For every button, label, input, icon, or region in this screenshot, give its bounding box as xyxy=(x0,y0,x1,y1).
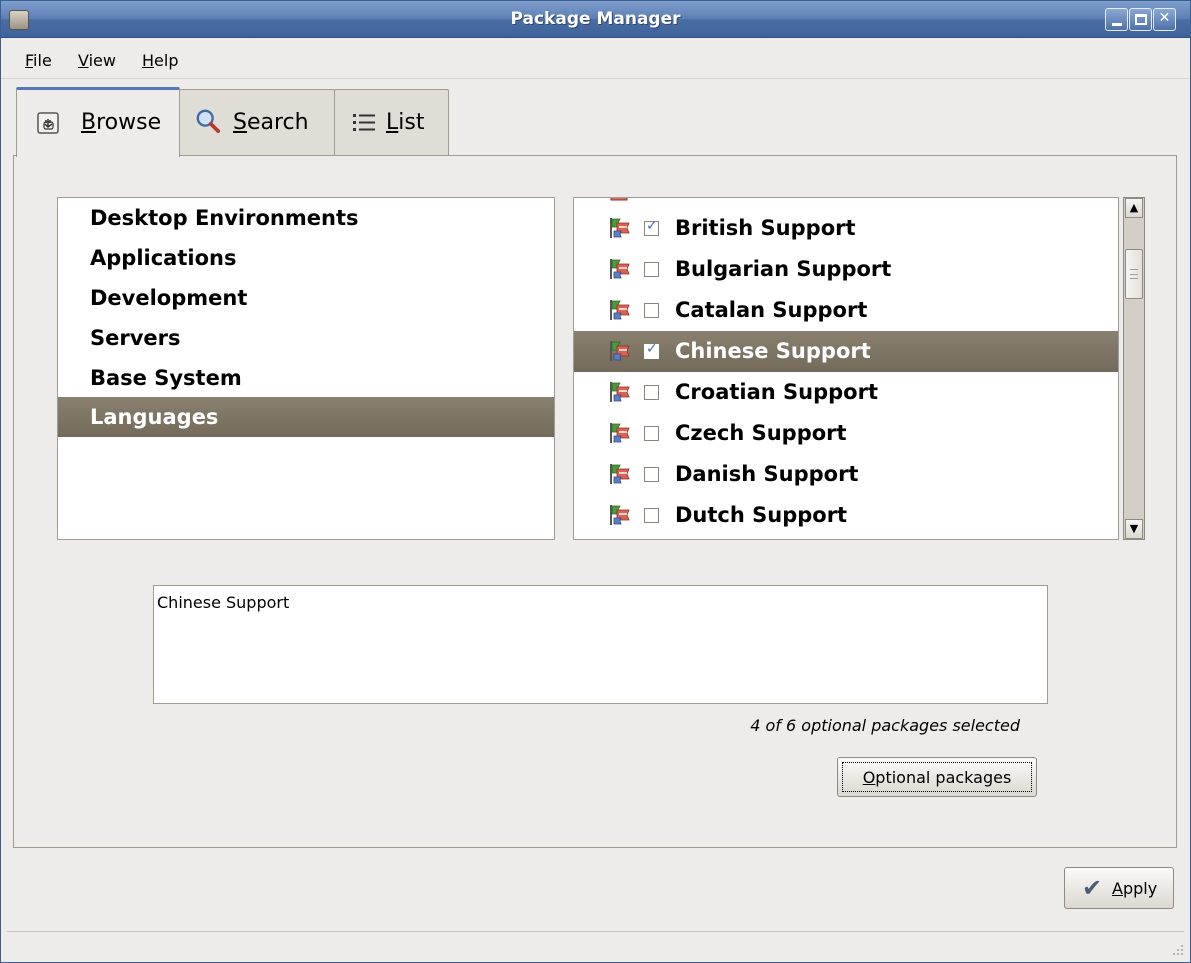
browse-icon xyxy=(37,112,59,134)
group-checkbox[interactable] xyxy=(644,385,659,400)
category-item-selected[interactable]: Languages xyxy=(58,397,554,437)
group-checkbox[interactable]: ✓ xyxy=(644,341,659,359)
category-item[interactable]: Servers xyxy=(58,318,554,358)
close-button[interactable]: ✕ xyxy=(1153,8,1176,31)
language-group-icon xyxy=(610,382,630,402)
language-group-icon xyxy=(610,259,630,279)
vertical-scrollbar[interactable]: ▲ ▼ xyxy=(1123,197,1145,540)
grip-icon xyxy=(1130,269,1138,279)
group-item[interactable]: Croatian Support xyxy=(574,372,1118,413)
package-manager-window: Package Manager ✕ File View Help Browse … xyxy=(0,0,1191,963)
group-checkbox[interactable] xyxy=(644,303,659,318)
resize-grip-icon[interactable] xyxy=(1169,941,1185,957)
language-group-icon xyxy=(610,341,630,361)
check-icon: ✓ xyxy=(646,341,658,357)
menu-view[interactable]: View xyxy=(78,51,116,70)
tab-list-label: ist xyxy=(398,110,425,135)
tab-list[interactable]: List xyxy=(334,89,449,156)
group-checkbox[interactable] xyxy=(644,426,659,441)
window-title: Package Manager xyxy=(510,9,681,29)
group-item[interactable]: Dutch Support xyxy=(574,495,1118,536)
menu-file[interactable]: File xyxy=(25,51,52,70)
group-name: Catalan Support xyxy=(675,298,868,322)
maximize-button[interactable] xyxy=(1129,8,1152,31)
menu-help-label: elp xyxy=(154,51,179,70)
optional-packages-status: 4 of 6 optional packages selected xyxy=(750,716,1020,735)
menu-file-mnemonic: F xyxy=(25,51,34,70)
apply-button[interactable]: ✔ Apply xyxy=(1064,867,1174,909)
scrollbar-thumb[interactable] xyxy=(1125,249,1143,299)
group-list[interactable]: ✓ British Support Bulgarian Support Catalan… xyxy=(573,197,1119,540)
menu-bar: File View Help xyxy=(1,39,1190,79)
search-icon xyxy=(196,109,221,134)
tab-search[interactable]: Search xyxy=(179,89,335,156)
scroll-down-arrow-icon[interactable]: ▼ xyxy=(1125,519,1143,539)
language-group-icon xyxy=(610,218,630,238)
tab-browse-mnemonic: B xyxy=(81,110,97,135)
menu-view-label: iew xyxy=(88,51,116,70)
language-group-icon xyxy=(610,464,630,484)
group-name: Chinese Support xyxy=(675,339,871,363)
group-checkbox[interactable] xyxy=(644,508,659,523)
tab-browse[interactable]: Browse xyxy=(16,87,180,157)
list-icon xyxy=(353,114,375,131)
group-name: Czech Support xyxy=(675,421,847,445)
category-item[interactable]: Applications xyxy=(58,238,554,278)
group-checkbox[interactable]: ✓ xyxy=(644,218,659,236)
group-name: Croatian Support xyxy=(675,380,878,404)
category-item[interactable]: Desktop Environments xyxy=(58,198,554,238)
group-checkbox[interactable] xyxy=(644,262,659,277)
close-icon: ✕ xyxy=(1158,10,1171,26)
checkmark-icon: ✔ xyxy=(1082,874,1103,902)
title-bar[interactable]: Package Manager ✕ xyxy=(1,1,1190,38)
group-item[interactable]: ✓ British Support xyxy=(574,208,1118,249)
group-name: Danish Support xyxy=(675,462,859,486)
minimize-button[interactable] xyxy=(1105,8,1128,31)
group-item[interactable]: Danish Support xyxy=(574,454,1118,495)
group-item[interactable]: Bulgarian Support xyxy=(574,249,1118,290)
tab-search-label: earch xyxy=(246,110,309,135)
tab-browse-label: rowse xyxy=(96,110,162,135)
category-item[interactable]: Base System xyxy=(58,358,554,398)
check-icon: ✓ xyxy=(646,218,658,234)
menu-help[interactable]: Help xyxy=(142,51,178,70)
optional-packages-mnemonic: O xyxy=(862,768,876,787)
menu-view-mnemonic: V xyxy=(78,51,89,70)
group-checkbox[interactable] xyxy=(644,467,659,482)
group-name: Bulgarian Support xyxy=(675,257,892,281)
language-group-icon xyxy=(610,198,628,201)
apply-mnemonic: A xyxy=(1112,879,1123,898)
optional-packages-button[interactable]: Optional packages xyxy=(837,757,1037,797)
scroll-up-arrow-icon[interactable]: ▲ xyxy=(1125,198,1143,218)
apply-label: pply xyxy=(1122,879,1158,898)
language-group-icon xyxy=(610,505,630,525)
group-item[interactable]: Czech Support xyxy=(574,413,1118,454)
minimize-icon xyxy=(1112,23,1122,26)
language-group-icon xyxy=(610,300,630,320)
maximize-icon xyxy=(1135,14,1147,25)
tab-search-mnemonic: S xyxy=(233,110,247,135)
menu-file-label: ile xyxy=(33,51,52,70)
group-name: Dutch Support xyxy=(675,503,848,527)
group-item-selected[interactable]: ✓ Chinese Support xyxy=(574,331,1118,372)
category-list[interactable]: Desktop Environments Applications Develo… xyxy=(57,197,555,540)
status-bar-divider xyxy=(7,931,1184,932)
language-group-icon xyxy=(610,423,630,443)
category-item[interactable]: Development xyxy=(58,278,554,318)
group-name: British Support xyxy=(675,216,856,240)
tab-list-mnemonic: L xyxy=(386,110,399,135)
group-description: Chinese Support xyxy=(153,585,1048,704)
group-item[interactable]: Catalan Support xyxy=(574,290,1118,331)
optional-packages-label: ptional packages xyxy=(875,768,1012,787)
menu-help-mnemonic: H xyxy=(142,51,155,70)
